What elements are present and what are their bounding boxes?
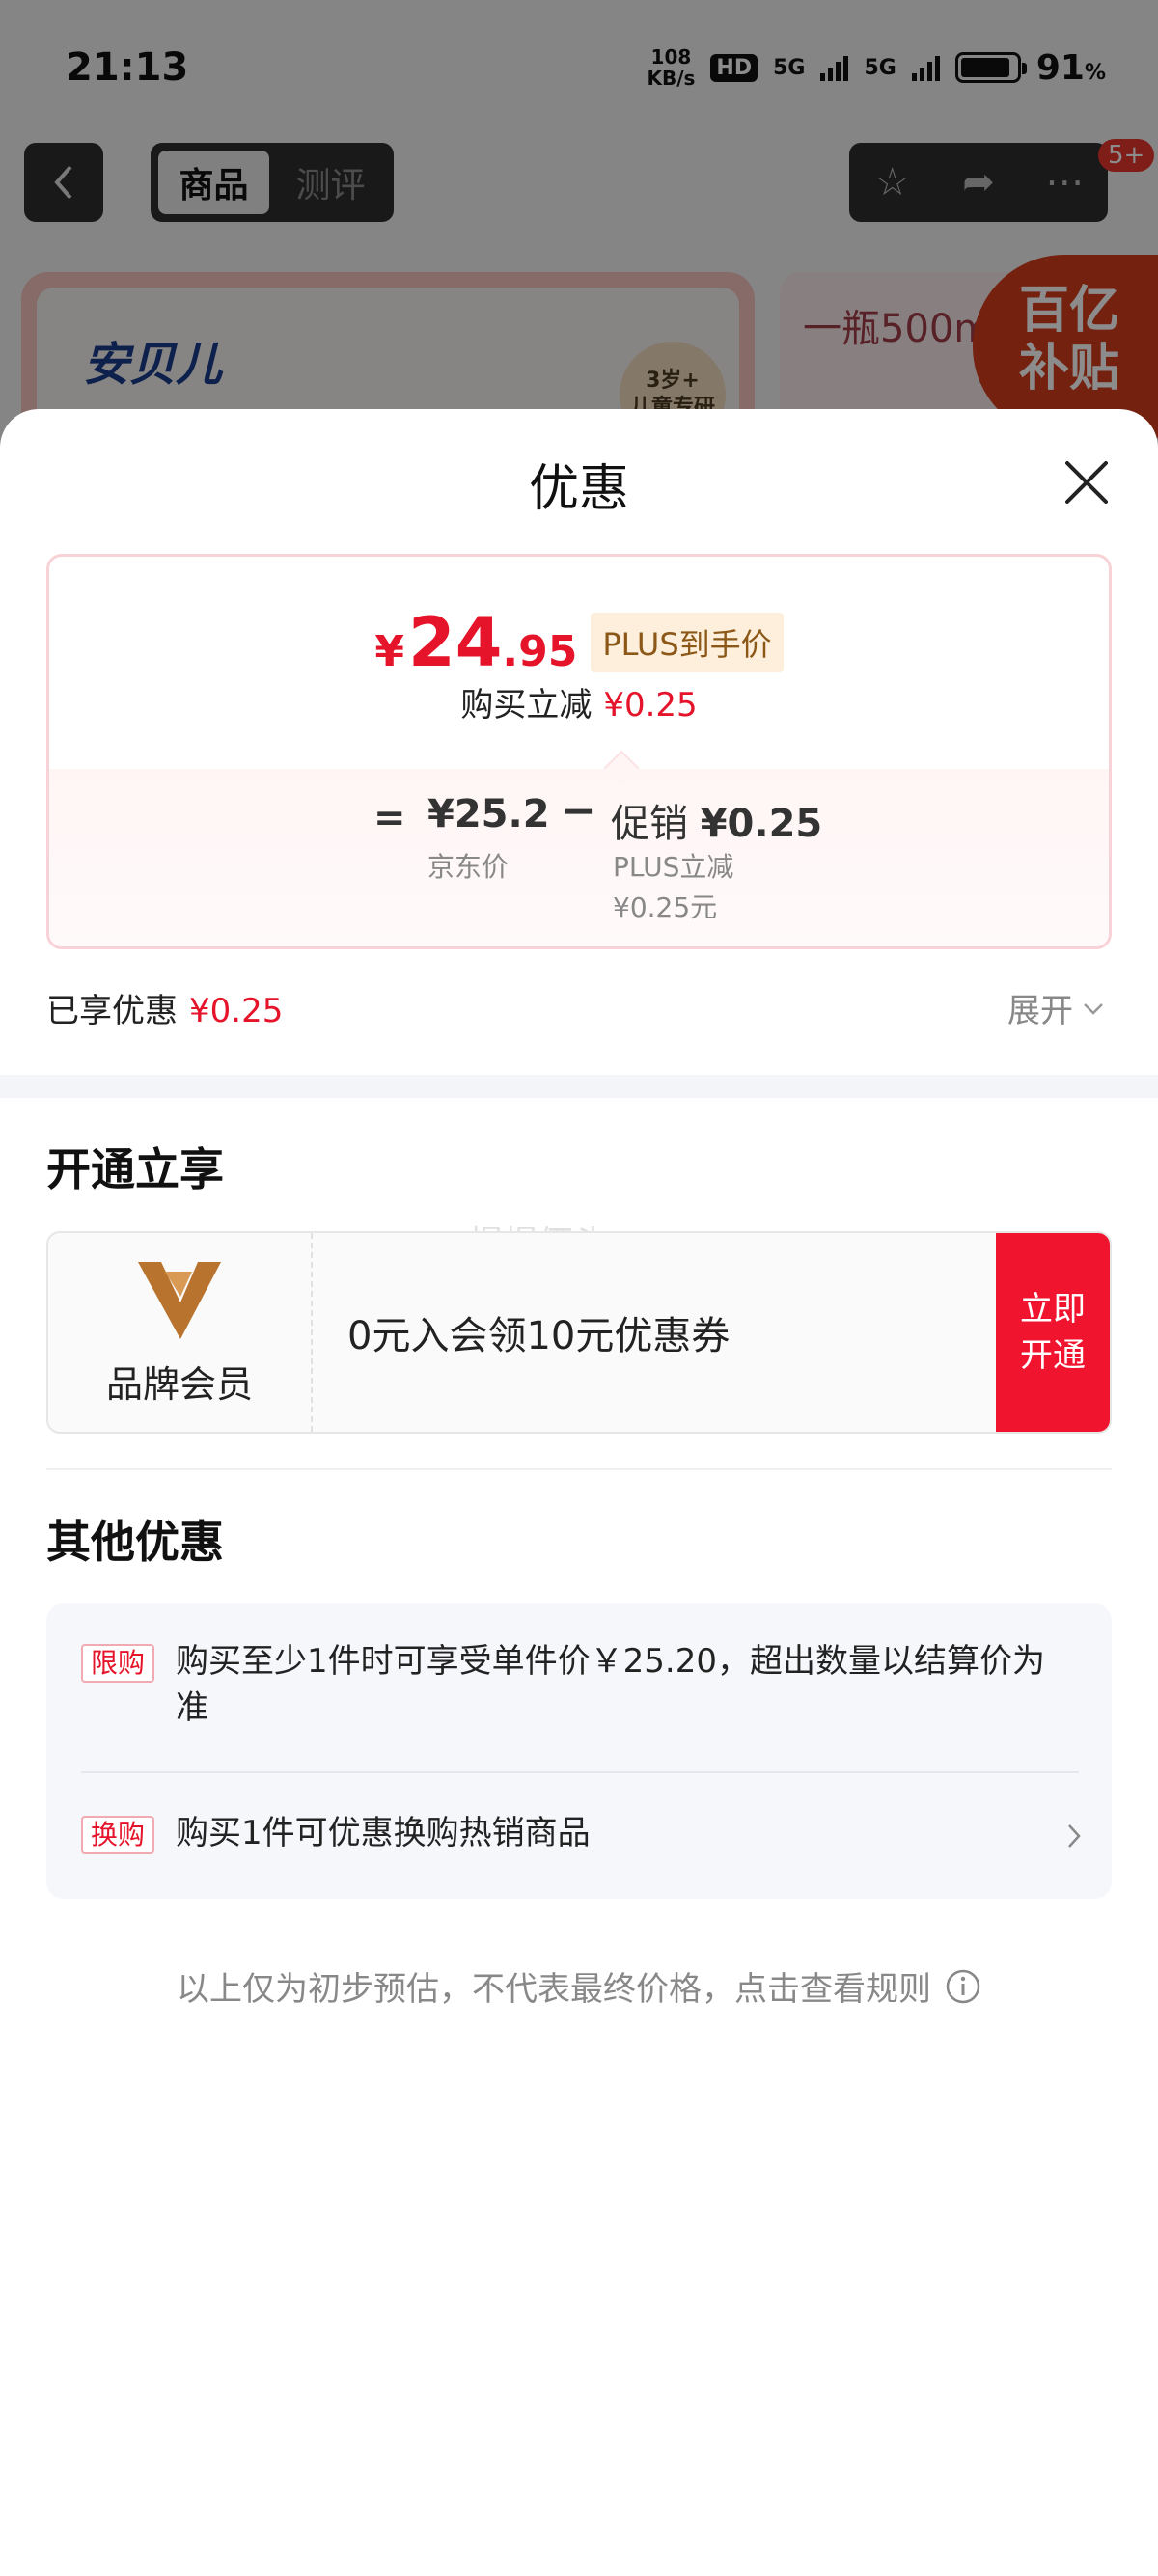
promo-value: ¥0.25 — [700, 802, 823, 846]
brand-member-card[interactable]: 品牌会员 0元入会领10元优惠券 立即开通 — [46, 1231, 1112, 1434]
divider — [46, 1468, 1112, 1470]
sheet-title: 优惠 — [528, 460, 629, 518]
equals-sign: = — [373, 796, 406, 840]
minus-sign: − — [561, 786, 596, 836]
enjoyed-value: ¥0.25 — [189, 992, 284, 1030]
discount-sheet: 优惠 ¥ 24 .95 PLUS到手价 购买立减 ¥0.25 = ¥25.2 京东… — [0, 409, 1158, 2576]
final-price-area: ¥ 24 .95 PLUS到手价 购买立减 ¥0.25 — [49, 557, 1109, 769]
rules-notice-text: 以上仅为初步预估，不代表最终价格，点击查看规则 — [177, 1970, 931, 2009]
final-price-decimal: .95 — [502, 627, 578, 676]
promo-label: 促销 — [611, 802, 688, 846]
reduction-label: 购买立减 — [460, 686, 593, 725]
info-icon — [946, 1969, 980, 2003]
final-price-currency: ¥ — [374, 627, 404, 676]
close-icon — [1065, 461, 1108, 504]
promo-sub-value: ¥0.25元 — [613, 891, 718, 923]
jd-price: ¥25.2 — [427, 792, 550, 836]
limit-purchase-tag: 限购 — [81, 1644, 155, 1683]
open-section-title: 开通立享 — [46, 1143, 224, 1195]
enjoyed-discount: 已享优惠 ¥0.25 — [46, 984, 283, 1031]
other-discounts-list: 限购 购买至少1件时可享受单件价￥25.20，超出数量以结算价为准 换购 购买1… — [46, 1603, 1112, 1899]
limit-purchase-text: 购买至少1件时可享受单件价￥25.20，超出数量以结算价为准 — [176, 1642, 1045, 1727]
enjoyed-label: 已享优惠 — [46, 992, 178, 1030]
price-breakdown-card: ¥ 24 .95 PLUS到手价 购买立减 ¥0.25 = ¥25.2 京东价 −… — [46, 554, 1112, 949]
close-button[interactable] — [1060, 455, 1114, 509]
promo-amount: 促销 ¥0.25 — [611, 792, 822, 848]
jd-price-label: 京东价 — [427, 851, 510, 883]
chevron-down-icon — [1084, 1002, 1103, 1015]
plus-price-tag: PLUS到手价 — [591, 613, 784, 672]
reduction-value: ¥0.25 — [603, 686, 698, 725]
expand-button[interactable]: 展开 — [1007, 984, 1106, 1031]
brand-member-badge: 品牌会员 — [48, 1233, 313, 1432]
rules-notice[interactable]: 以上仅为初步预估，不代表最终价格，点击查看规则 — [0, 1962, 1158, 2010]
member-offer-text: 0元入会领10元优惠券 — [347, 1314, 731, 1358]
brand-member-label: 品牌会员 — [105, 1362, 253, 1406]
price-formula: = ¥25.2 京东价 − 促销 ¥0.25 PLUS立减 ¥0.25元 — [49, 769, 1109, 946]
app-screen: 21:13 108 KB/s HD 5G 5G 91% 商品 测评 ☆ ➦ ⋯ … — [0, 0, 1158, 2576]
final-price-integer: 24 — [407, 603, 503, 682]
list-separator — [81, 1771, 1079, 1773]
exchange-purchase-text: 购买1件可优惠换购热销商品 — [176, 1814, 591, 1852]
purchase-reduction: 购买立减 ¥0.25 — [49, 678, 1109, 726]
final-price: ¥ 24 .95 PLUS到手价 — [49, 603, 1109, 682]
section-divider-band — [0, 1075, 1158, 1098]
chevron-right-icon[interactable] — [1062, 1822, 1087, 1850]
exchange-purchase-tag: 换购 — [81, 1816, 155, 1854]
promo-sub-label: PLUS立减 — [613, 851, 734, 883]
other-section-title: 其他优惠 — [46, 1516, 224, 1568]
expand-label: 展开 — [1007, 992, 1073, 1030]
open-membership-button[interactable]: 立即开通 — [996, 1233, 1110, 1432]
brand-member-logo-icon — [138, 1261, 221, 1339]
